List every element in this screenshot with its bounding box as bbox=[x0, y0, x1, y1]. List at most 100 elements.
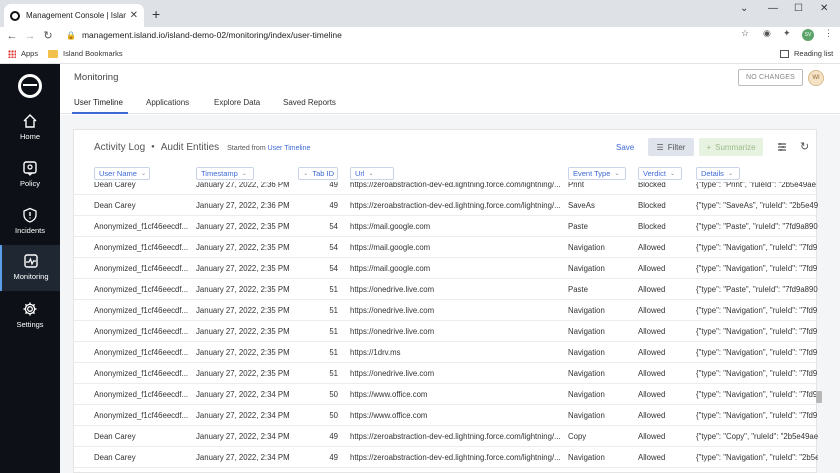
table-cell-tab-id: 49 bbox=[329, 432, 338, 441]
table-cell-event-type: SaveAs bbox=[568, 201, 595, 210]
close-window-icon[interactable]: ✕ bbox=[820, 3, 828, 14]
table-body: Dean Carey January 27, 2022, 2:36 PM 49 htt… bbox=[74, 182, 818, 473]
table-cell-tab-id: 50 bbox=[329, 411, 338, 420]
sidebar-item-label: Policy bbox=[19, 179, 40, 188]
monitoring-tabs: User Timeline Applications Explore Data … bbox=[60, 92, 840, 114]
table-row[interactable]: Dean Carey January 27, 2022, 2:36 PM 49 htt… bbox=[74, 182, 818, 195]
column-header-user-name[interactable]: User Name ⌄ bbox=[94, 167, 150, 180]
table-cell-verdict: Allowed bbox=[638, 306, 666, 315]
url-text: management.island.io/island-demo-02/moni… bbox=[81, 30, 342, 40]
apps-grid-icon bbox=[8, 49, 16, 58]
sidebar-item-settings[interactable]: Settings bbox=[0, 293, 60, 339]
table-cell-details: {"type": "Navigation", "ruleId": "7fd9 bbox=[696, 411, 818, 420]
table-cell-user-name: Anonymized_f1cf46eecdf... bbox=[94, 243, 189, 252]
column-header-label: User Name bbox=[99, 169, 137, 178]
sidebar-item-monitoring[interactable]: Monitoring bbox=[0, 245, 60, 291]
summarize-button[interactable]: + Summarize bbox=[699, 138, 763, 156]
chevron-down-icon: ⌄ bbox=[614, 171, 620, 177]
breadcrumb: Activity Log ● Audit Entities Started fr… bbox=[94, 142, 310, 153]
table-cell-timestamp: January 27, 2022, 2:35 PM bbox=[196, 369, 290, 378]
column-header-verdict[interactable]: Verdict ⌄ bbox=[638, 167, 682, 180]
sidebar-item-incidents[interactable]: Incidents bbox=[0, 199, 60, 245]
table-row[interactable]: Anonymized_f1cf46eecdf... January 27, 202… bbox=[74, 363, 818, 384]
table-cell-event-type: Paste bbox=[568, 285, 588, 294]
bookmark-island[interactable]: Island Bookmarks bbox=[48, 49, 123, 58]
browser-tab[interactable]: Management Console | Island ✕ bbox=[4, 4, 144, 27]
menu-kebab-icon[interactable]: ⋮ bbox=[824, 28, 833, 39]
puzzle-icon[interactable]: ✦ bbox=[783, 28, 791, 39]
extension-icon[interactable]: ◉ bbox=[763, 28, 771, 39]
app-sidebar: Home Policy Incidents Monitoring Setting… bbox=[0, 64, 60, 473]
columns-icon[interactable] bbox=[777, 142, 787, 152]
close-tab-icon[interactable]: ✕ bbox=[130, 10, 138, 21]
table-cell-user-name: Anonymized_f1cf46eecdf... bbox=[94, 306, 189, 315]
table-row[interactable]: Anonymized_f1cf46eecdf... January 27, 202… bbox=[74, 279, 818, 300]
table-row[interactable]: Anonymized_f1cf46eecdf... January 27, 202… bbox=[74, 300, 818, 321]
column-header-label: Tab ID bbox=[312, 169, 334, 178]
tab-saved-reports[interactable]: Saved Reports bbox=[283, 98, 336, 107]
tab-applications[interactable]: Applications bbox=[146, 98, 189, 107]
filter-button[interactable]: ☰ Filter bbox=[648, 138, 694, 156]
table-cell-details: {"type": "Navigation", "ruleId": "7fd9 bbox=[696, 369, 818, 378]
tab-search-icon[interactable]: ⌄ bbox=[740, 3, 748, 14]
table-row[interactable]: Anonymized_f1cf46eecdf... January 27, 202… bbox=[74, 405, 818, 426]
table-cell-timestamp: January 27, 2022, 2:35 PM bbox=[196, 348, 290, 357]
table-row[interactable]: Anonymized_f1cf46eecdf... January 27, 202… bbox=[74, 321, 818, 342]
reading-list[interactable]: Reading list bbox=[780, 49, 833, 58]
table-cell-url: https://mail.google.com bbox=[350, 264, 431, 273]
new-tab-icon[interactable]: + bbox=[152, 6, 160, 22]
bookmark-apps-label: Apps bbox=[21, 49, 39, 58]
maximize-icon[interactable]: ☐ bbox=[794, 3, 803, 14]
bookmark-apps[interactable]: Apps bbox=[8, 49, 38, 58]
column-header-event-type[interactable]: Event Type ⌄ bbox=[568, 167, 626, 180]
refresh-icon[interactable]: ↻ bbox=[800, 140, 809, 153]
table-cell-url: https://www.office.com bbox=[350, 411, 428, 420]
save-button[interactable]: Save bbox=[616, 143, 634, 152]
minimize-icon[interactable]: — bbox=[768, 3, 778, 14]
user-avatar[interactable]: WI bbox=[808, 70, 824, 86]
back-icon[interactable]: ← bbox=[6, 30, 18, 42]
active-tab-indicator bbox=[72, 112, 128, 114]
table-cell-tab-id: 50 bbox=[329, 390, 338, 399]
table-cell-details: {"type": "Navigation", "ruleId": "7fd9 bbox=[696, 327, 818, 336]
started-from-link[interactable]: User Timeline bbox=[268, 145, 311, 152]
plus-icon: + bbox=[706, 142, 712, 152]
table-cell-user-name: Dean Carey bbox=[94, 182, 136, 189]
column-header-timestamp[interactable]: Timestamp ⌄ bbox=[196, 167, 254, 180]
table-row[interactable]: Anonymized_f1cf46eecdf... January 27, 202… bbox=[74, 216, 818, 237]
table-row[interactable]: Anonymized_f1cf46eecdf... January 27, 202… bbox=[74, 384, 818, 405]
forward-icon[interactable]: → bbox=[24, 30, 36, 42]
table-cell-url: https://zeroabstraction-dev-ed.lightning… bbox=[350, 432, 560, 441]
column-header-label: Event Type bbox=[573, 169, 611, 178]
sidebar-item-label: Settings bbox=[16, 320, 44, 329]
table-cell-user-name: Dean Carey bbox=[94, 201, 136, 210]
table-row[interactable]: Dean Carey January 27, 2022, 2:36 PM 49 htt… bbox=[74, 195, 818, 216]
reload-icon[interactable]: ↻ bbox=[42, 29, 54, 42]
tab-user-timeline[interactable]: User Timeline bbox=[74, 98, 123, 107]
browser-tab-strip: Management Console | Island ✕ + ⌄ — ☐ ✕ bbox=[0, 0, 840, 27]
table-row[interactable]: Anonymized_f1cf46eecdf... January 27, 202… bbox=[74, 342, 818, 363]
column-header-details[interactable]: Details ⌄ bbox=[696, 167, 740, 180]
table-row[interactable]: Anonymized_f1cf46eecdf... January 27, 202… bbox=[74, 237, 818, 258]
column-header-tab-id[interactable]: ⌄ Tab ID bbox=[298, 167, 338, 180]
no-changes-button[interactable]: NO CHANGES bbox=[738, 69, 803, 86]
island-logo-icon[interactable] bbox=[18, 74, 42, 98]
browser-profile-avatar[interactable]: SV bbox=[802, 29, 814, 41]
column-header-url[interactable]: Url ⌄ bbox=[350, 167, 394, 180]
table-row[interactable]: Dean Carey January 27, 2022, 2:34 PM 49 htt… bbox=[74, 426, 818, 447]
table-cell-user-name: Anonymized_f1cf46eecdf... bbox=[94, 327, 189, 336]
table-cell-verdict: Allowed bbox=[638, 243, 666, 252]
table-cell-url: https://zeroabstraction-dev-ed.lightning… bbox=[350, 182, 560, 189]
tab-explore-data[interactable]: Explore Data bbox=[214, 98, 260, 107]
scrollbar-thumb[interactable] bbox=[816, 391, 822, 403]
sidebar-item-policy[interactable]: Policy bbox=[0, 152, 60, 198]
bookmark-star-icon[interactable]: ☆ bbox=[741, 28, 749, 39]
lock-icon: 🔒 bbox=[66, 30, 76, 40]
table-cell-details: {"type": "Navigation", "ruleId": "7fd9 bbox=[696, 264, 818, 273]
breadcrumb-activity-log[interactable]: Activity Log bbox=[94, 142, 145, 153]
table-row[interactable]: Dean Carey January 27, 2022, 2:34 PM 49 htt… bbox=[74, 447, 818, 468]
sidebar-item-home[interactable]: Home bbox=[0, 105, 60, 151]
address-bar[interactable]: 🔒 management.island.io/island-demo-02/mo… bbox=[66, 28, 760, 42]
table-cell-details: {"type": "Navigation", "ruleId": "7fd9 bbox=[696, 243, 818, 252]
table-row[interactable]: Anonymized_f1cf46eecdf... January 27, 202… bbox=[74, 258, 818, 279]
